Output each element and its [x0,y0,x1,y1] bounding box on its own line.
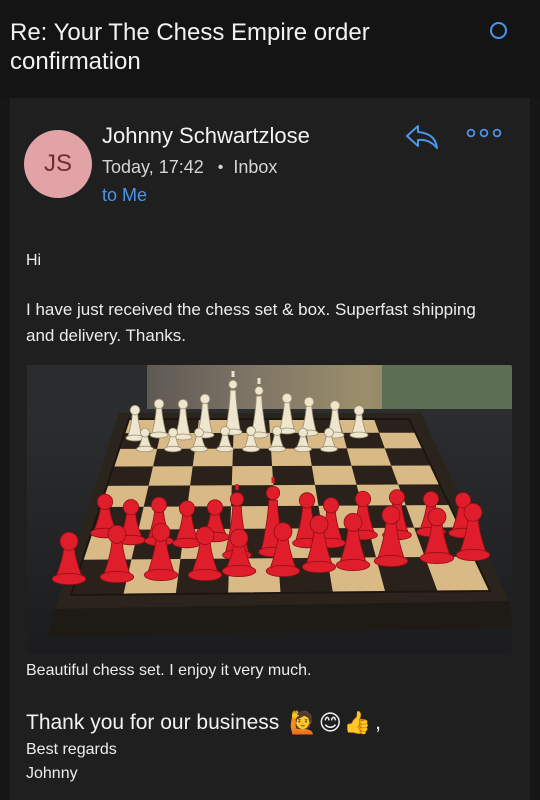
reply-icon[interactable] [404,122,440,152]
message-date: Today, 17:42 [102,157,204,177]
subject-bar: Re: Your The Chess Empire order confirma… [0,0,540,98]
thumbs-up-emoji: 👍 [343,710,372,735]
avatar-initials: JS [43,150,72,177]
message-meta: Today, 17:42 • Inbox [102,157,277,178]
recipient-link[interactable]: to Me [102,185,147,206]
sender-name[interactable]: Johnny Schwartzlose [102,123,310,149]
photo-caption: Beautiful chess set. I enjoy it very muc… [26,662,312,679]
chess-set-photo[interactable] [27,365,512,654]
dark-square [106,466,154,486]
smiling-face-emoji: 😊 [318,710,342,735]
thanks-text: Thank you for our business [26,711,280,734]
message-folder: Inbox [233,157,278,177]
closing-regards: Best regards [26,741,117,758]
greeting-text: Hi [26,252,42,269]
emoji-group: 🙋 😊 👍 , [289,711,381,735]
message-body: I have just received the chess set & box… [26,300,476,345]
dark-square [272,465,315,486]
thanks-line: Thank you for our business 🙋 😊 👍 , [26,711,381,735]
thanks-comma: , [375,711,381,734]
email-subject: Re: Your The Chess Empire order confirma… [10,19,370,75]
more-options-icon[interactable] [466,126,502,140]
signature: Johnny [26,765,78,782]
raising-hand-emoji: 🙋 [289,710,317,735]
dark-square [190,466,233,486]
meta-separator: • [217,158,224,176]
radio-circle-icon[interactable] [490,22,507,39]
avatar[interactable]: JS [24,130,92,198]
dark-square [351,465,399,485]
